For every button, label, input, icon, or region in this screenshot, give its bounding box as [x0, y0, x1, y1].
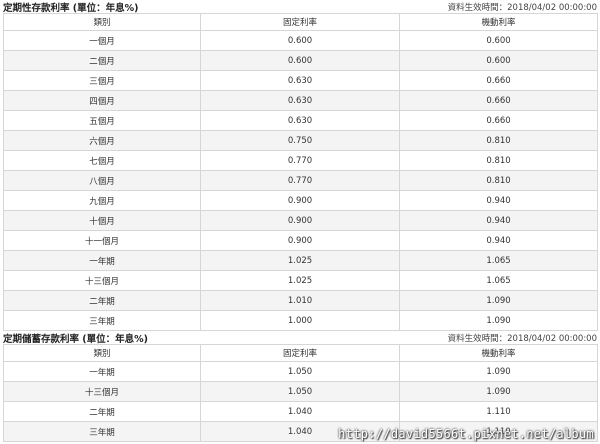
- fixed-deposit-section: 定期性存款利率 (單位：年息%) 資料生效時間：2018/04/02 00:00…: [0, 0, 600, 331]
- cell-fixed-rate: 0.600: [200, 30, 400, 51]
- table-header-row: 類別 固定利率 機動利率: [3, 13, 598, 31]
- table-row: 十個月 0.900 0.940: [3, 210, 598, 231]
- cell-fixed-rate: 0.630: [200, 110, 400, 131]
- cell-floating-rate: 0.660: [399, 90, 598, 111]
- fixed-deposit-rate-table: 類別 固定利率 機動利率 一個月 0.600 0.600 二個月 0.600 0.600 三…: [3, 13, 598, 331]
- cell-category: 一個月: [3, 30, 201, 51]
- cell-category: 三個月: [3, 70, 201, 91]
- cell-category: 五個月: [3, 110, 201, 131]
- cell-fixed-rate: 1.025: [200, 250, 400, 271]
- cell-fixed-rate: 1.025: [200, 270, 400, 291]
- savings-deposit-effective-time: 資料生效時間：2018/04/02 00:00:00: [447, 333, 597, 344]
- cell-fixed-rate: 1.010: [200, 290, 400, 311]
- column-header-fixed-rate: 固定利率: [200, 344, 400, 362]
- column-header-fixed-rate: 固定利率: [200, 13, 400, 31]
- cell-category: 二個月: [3, 50, 201, 71]
- cell-fixed-rate: 1.050: [200, 361, 400, 382]
- cell-floating-rate: 1.090: [399, 310, 598, 331]
- cell-category: 一年期: [3, 250, 201, 271]
- fixed-deposit-header: 定期性存款利率 (單位：年息%) 資料生效時間：2018/04/02 00:00…: [0, 0, 600, 14]
- cell-fixed-rate: 0.900: [200, 230, 400, 251]
- table-row: 二個月 0.600 0.600: [3, 50, 598, 71]
- table-row: 二年期 1.010 1.090: [3, 290, 598, 311]
- cell-category: 一年期: [3, 361, 201, 382]
- table-row: 十一個月 0.900 0.940: [3, 230, 598, 251]
- cell-floating-rate: 0.940: [399, 190, 598, 211]
- cell-fixed-rate: 0.900: [200, 210, 400, 231]
- savings-deposit-header: 定期儲蓄存款利率 (單位：年息%) 資料生效時間：2018/04/02 00:0…: [0, 331, 600, 345]
- cell-floating-rate: 0.940: [399, 230, 598, 251]
- table-row: 十三個月 1.050 1.090: [3, 381, 598, 402]
- table-row: 二年期 1.040 1.110: [3, 401, 598, 422]
- cell-category: 三年期: [3, 421, 201, 442]
- column-header-floating-rate: 機動利率: [399, 13, 598, 31]
- column-header-floating-rate: 機動利率: [399, 344, 598, 362]
- cell-floating-rate: 1.110: [399, 401, 598, 422]
- cell-floating-rate: 0.600: [399, 50, 598, 71]
- cell-category: 八個月: [3, 170, 201, 191]
- cell-category: 十三個月: [3, 381, 201, 402]
- cell-category: 二年期: [3, 401, 201, 422]
- table-row: 六個月 0.750 0.810: [3, 130, 598, 151]
- table-row: 一個月 0.600 0.600: [3, 30, 598, 51]
- cell-floating-rate: 0.660: [399, 110, 598, 131]
- cell-fixed-rate: 0.600: [200, 50, 400, 71]
- cell-category: 十個月: [3, 210, 201, 231]
- cell-category: 二年期: [3, 290, 201, 311]
- cell-floating-rate: 0.660: [399, 70, 598, 91]
- cell-fixed-rate: 0.900: [200, 190, 400, 211]
- table-row: 三個月 0.630 0.660: [3, 70, 598, 91]
- savings-deposit-section: 定期儲蓄存款利率 (單位：年息%) 資料生效時間：2018/04/02 00:0…: [0, 331, 600, 442]
- table-row: 十三個月 1.025 1.065: [3, 270, 598, 291]
- cell-category: 三年期: [3, 310, 201, 331]
- cell-category: 十一個月: [3, 230, 201, 251]
- savings-deposit-title: 定期儲蓄存款利率 (單位：年息%): [3, 333, 149, 345]
- fixed-deposit-effective-time: 資料生效時間：2018/04/02 00:00:00: [447, 2, 597, 13]
- cell-category: 七個月: [3, 150, 201, 171]
- cell-fixed-rate: 0.770: [200, 170, 400, 191]
- table-row: 七個月 0.770 0.810: [3, 150, 598, 171]
- table-row: 九個月 0.900 0.940: [3, 190, 598, 211]
- fixed-deposit-title: 定期性存款利率 (單位：年息%): [3, 2, 139, 14]
- table-row: 一年期 1.025 1.065: [3, 250, 598, 271]
- table-row: 三年期 1.000 1.090: [3, 310, 598, 331]
- column-header-category: 類別: [3, 13, 201, 31]
- cell-fixed-rate: 0.750: [200, 130, 400, 151]
- cell-category: 十三個月: [3, 270, 201, 291]
- cell-fixed-rate: 0.770: [200, 150, 400, 171]
- cell-category: 六個月: [3, 130, 201, 151]
- cell-floating-rate: 0.600: [399, 30, 598, 51]
- table-row: 一年期 1.050 1.090: [3, 361, 598, 382]
- watermark-url: http://david5566t.pixnet.net/album: [338, 427, 594, 441]
- cell-floating-rate: 0.810: [399, 150, 598, 171]
- cell-floating-rate: 1.065: [399, 270, 598, 291]
- cell-category: 四個月: [3, 90, 201, 111]
- table-row: 八個月 0.770 0.810: [3, 170, 598, 191]
- cell-floating-rate: 0.810: [399, 130, 598, 151]
- table-header-row: 類別 固定利率 機動利率: [3, 344, 598, 362]
- cell-fixed-rate: 1.040: [200, 401, 400, 422]
- cell-floating-rate: 1.090: [399, 381, 598, 402]
- cell-fixed-rate: 0.630: [200, 70, 400, 91]
- column-header-category: 類別: [3, 344, 201, 362]
- fixed-deposit-rows: 一個月 0.600 0.600 二個月 0.600 0.600 三個月 0.630 0.660 四…: [3, 30, 598, 331]
- cell-floating-rate: 1.090: [399, 361, 598, 382]
- cell-fixed-rate: 1.000: [200, 310, 400, 331]
- cell-fixed-rate: 1.050: [200, 381, 400, 402]
- cell-category: 九個月: [3, 190, 201, 211]
- cell-floating-rate: 0.940: [399, 210, 598, 231]
- table-row: 四個月 0.630 0.660: [3, 90, 598, 111]
- cell-floating-rate: 0.810: [399, 170, 598, 191]
- cell-floating-rate: 1.090: [399, 290, 598, 311]
- cell-floating-rate: 1.065: [399, 250, 598, 271]
- table-row: 五個月 0.630 0.660: [3, 110, 598, 131]
- cell-fixed-rate: 0.630: [200, 90, 400, 111]
